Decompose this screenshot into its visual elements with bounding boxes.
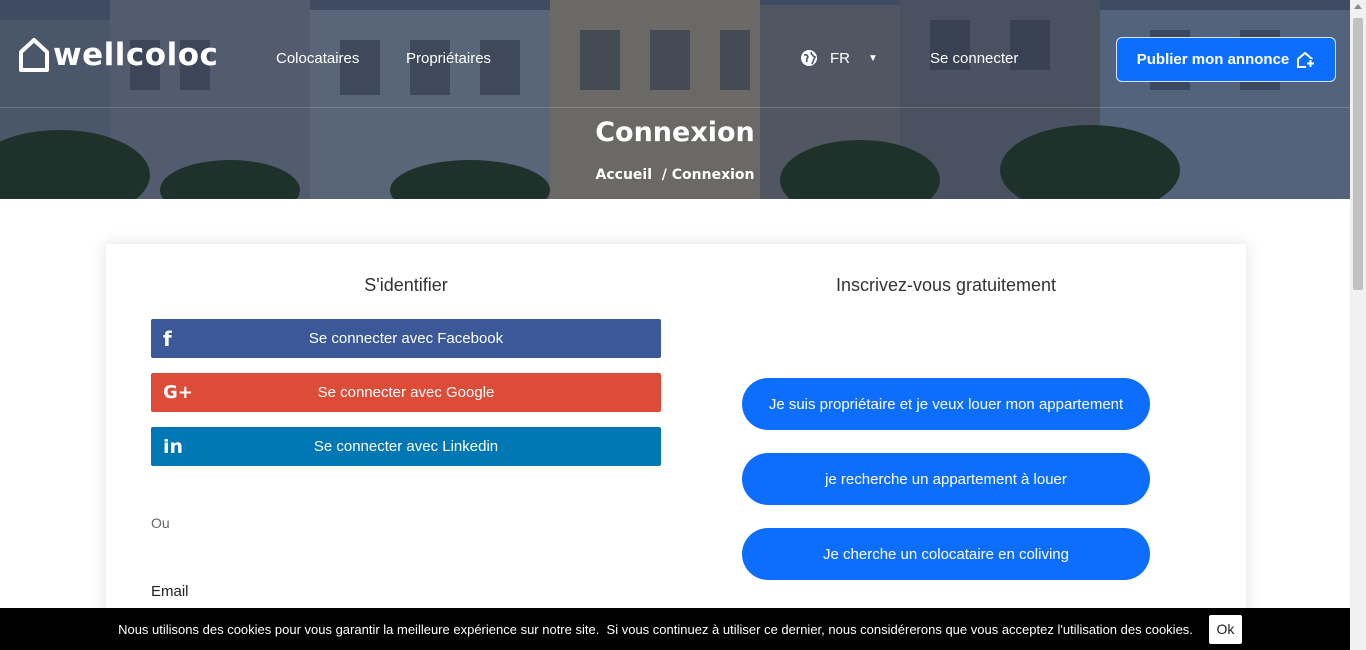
brand-logo[interactable]: wellcoloc <box>18 36 218 74</box>
linkedin-icon: in <box>163 435 184 458</box>
nav-link-colocataires[interactable]: Colocataires <box>276 50 359 67</box>
hero-banner: wellcoloc Colocataires Propriétaires FR … <box>0 0 1350 199</box>
google-plus-icon: G+ <box>163 382 193 403</box>
email-label: Email <box>151 583 189 600</box>
register-owner-button[interactable]: Je suis propriétaire et je veux louer mo… <box>742 378 1150 430</box>
language-selector[interactable]: FR ▼ <box>800 49 878 67</box>
house-logo-icon <box>19 38 49 72</box>
google-login-button[interactable]: G+ Se connecter avec Google <box>151 373 661 412</box>
top-navigation: wellcoloc Colocataires Propriétaires FR … <box>0 0 1350 108</box>
login-link[interactable]: Se connecter <box>930 50 1018 67</box>
google-login-label: Se connecter avec Google <box>317 384 495 401</box>
facebook-login-button[interactable]: f Se connecter avec Facebook <box>151 319 661 358</box>
page-title: Connexion <box>595 117 755 148</box>
register-coliving-button[interactable]: Je cherche un colocataire en coliving <box>742 528 1150 580</box>
cookie-ok-button[interactable]: Ok <box>1208 614 1242 644</box>
cookie-banner: Nous utilisons des cookies pour vous gar… <box>0 608 1350 650</box>
breadcrumb: Accueil / Connexion <box>595 167 755 183</box>
language-label: FR <box>830 49 850 67</box>
linkedin-login-button[interactable]: in Se connecter avec Linkedin <box>151 427 661 466</box>
nav-link-proprietaires[interactable]: Propriétaires <box>406 50 491 67</box>
facebook-login-label: Se connecter avec Facebook <box>308 330 504 347</box>
add-home-icon <box>1297 51 1316 68</box>
publish-listing-button[interactable]: Publier mon annonce <box>1116 37 1336 82</box>
signin-title: S'identifier <box>364 275 448 295</box>
linkedin-login-label: Se connecter avec Linkedin <box>313 438 499 455</box>
login-card: S'identifier f Se connecter avec Faceboo… <box>106 244 1246 650</box>
register-title: Inscrivez-vous gratuitement <box>835 275 1057 295</box>
publish-listing-label: Publier mon annonce <box>1136 51 1290 68</box>
page-scrollbar[interactable] <box>1350 0 1366 650</box>
register-tenant-button[interactable]: je recherche un appartement à louer <box>742 453 1150 505</box>
caret-down-icon: ▼ <box>868 52 878 64</box>
globe-icon <box>801 50 817 66</box>
cookie-message: Nous utilisons des cookies pour vous gar… <box>118 621 1193 637</box>
or-separator: Ou <box>151 515 170 531</box>
brand-name: wellcoloc <box>53 37 219 73</box>
scroll-up-arrow-icon[interactable] <box>1354 4 1362 9</box>
facebook-icon: f <box>163 326 172 351</box>
scrollbar-thumb[interactable] <box>1353 18 1363 290</box>
